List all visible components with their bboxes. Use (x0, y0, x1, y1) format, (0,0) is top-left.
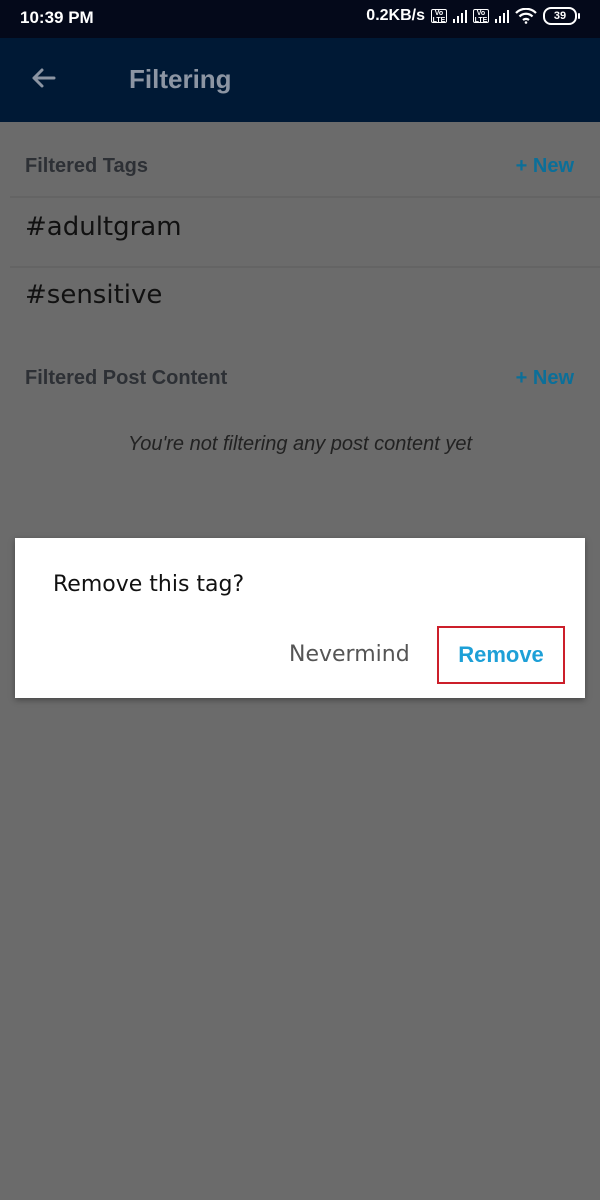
tag-label: #adultgram (25, 212, 182, 242)
network-speed: 0.2KB/s (366, 7, 425, 24)
back-arrow-icon[interactable] (28, 62, 60, 94)
wifi-icon (515, 8, 537, 24)
status-icons: 0.2KB/s Vo LTE Vo LTE 39 (366, 7, 580, 25)
signal-icon (453, 9, 467, 23)
new-tag-button[interactable]: + New (516, 155, 574, 178)
remove-button[interactable]: Remove (437, 626, 565, 684)
remove-tag-dialog: Remove this tag? Nevermind Remove (15, 538, 585, 698)
filtered-tags-header: Filtered Tags (25, 155, 148, 177)
tag-row[interactable]: #adultgram (0, 198, 600, 264)
nevermind-button[interactable]: Nevermind (289, 642, 410, 667)
tag-row[interactable]: #sensitive (0, 268, 600, 334)
empty-post-content-message: You're not filtering any post content ye… (127, 433, 473, 455)
dialog-message: Remove this tag? (53, 572, 245, 597)
volte-icon-2: Vo LTE (473, 9, 489, 24)
volte-icon: Vo LTE (431, 9, 447, 24)
status-bar: 10:39 PM 0.2KB/s Vo LTE Vo LTE 39 (0, 0, 600, 38)
filtered-post-content-header: Filtered Post Content (25, 367, 228, 389)
page-title: Filtering (129, 64, 232, 94)
new-post-content-button[interactable]: + New (516, 367, 574, 390)
battery-level: 39 (543, 7, 577, 25)
battery-icon: 39 (543, 7, 580, 25)
status-time: 10:39 PM (20, 8, 94, 27)
app-bar: Filtering (0, 38, 600, 122)
tag-label: #sensitive (25, 280, 163, 310)
signal-icon-2 (495, 9, 509, 23)
